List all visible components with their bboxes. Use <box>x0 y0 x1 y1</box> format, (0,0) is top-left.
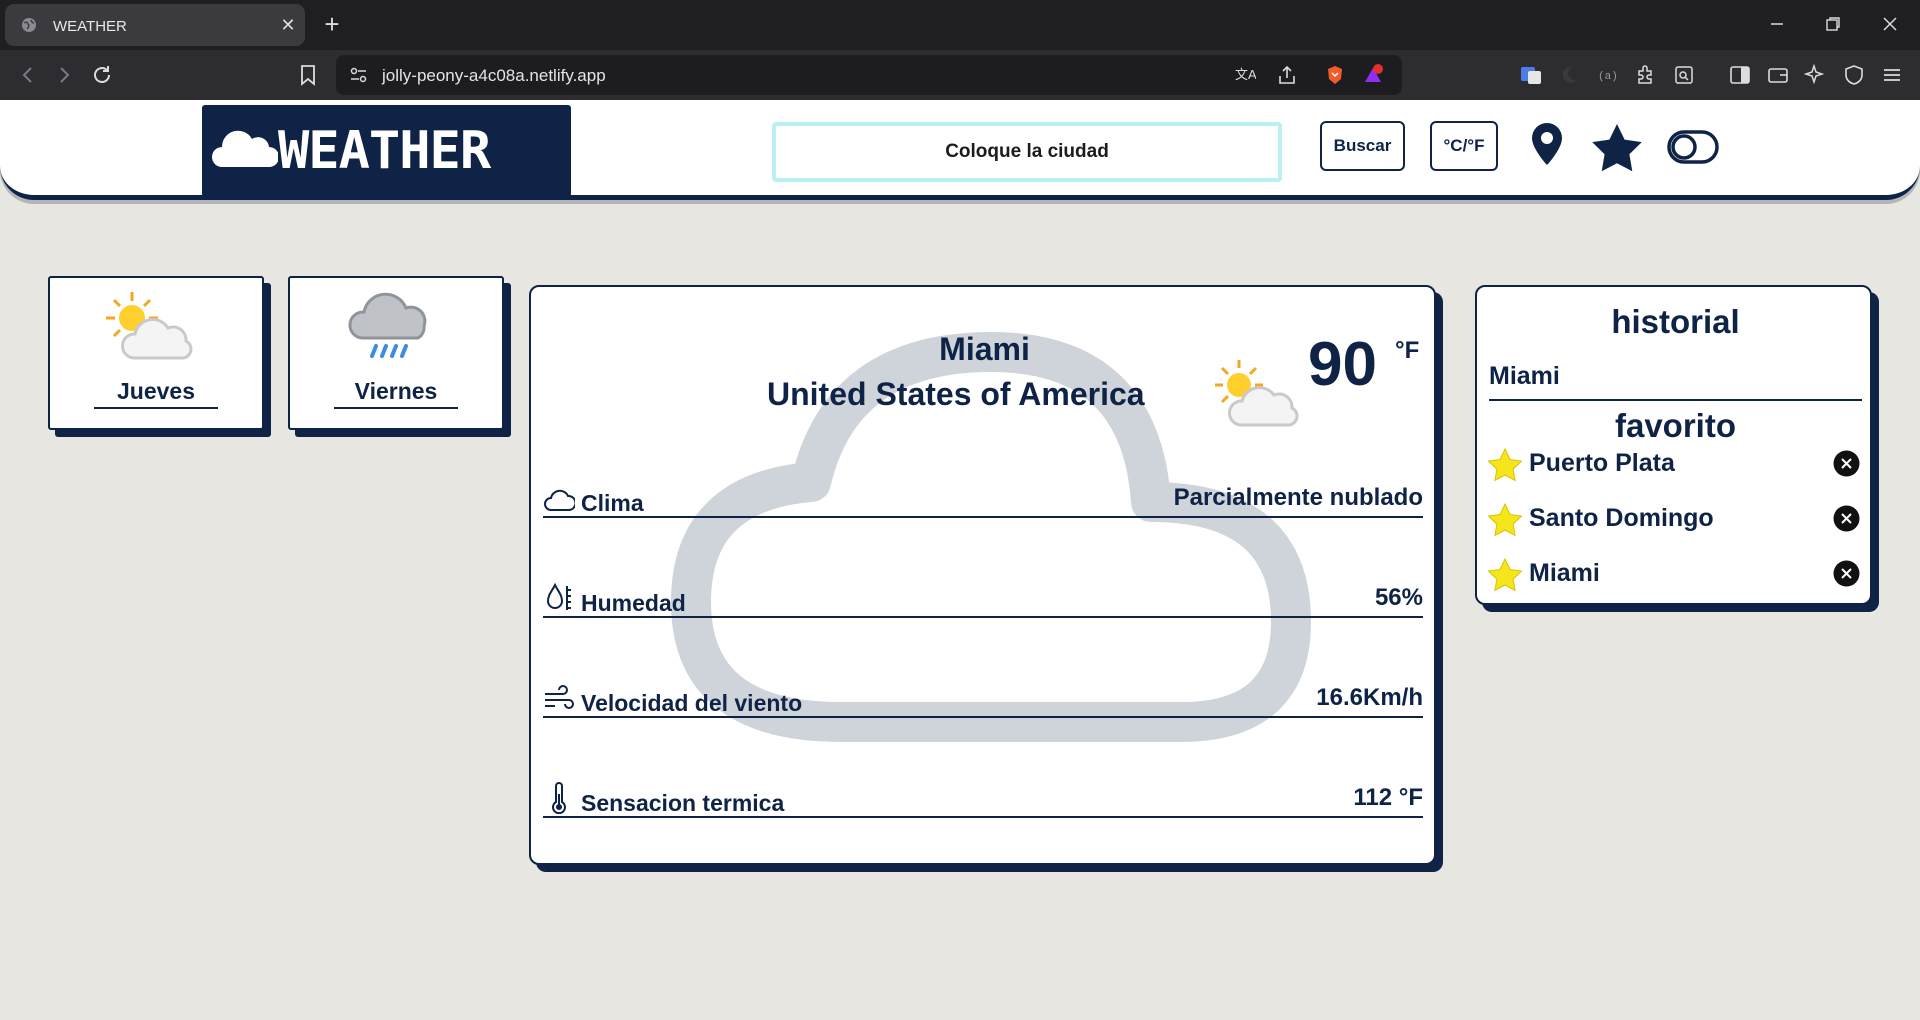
partly-cloudy-icon <box>1215 360 1299 427</box>
location-pin-icon[interactable] <box>1529 121 1565 167</box>
address-bar[interactable]: jolly-peony-a4c08a.netlify.app 文A <box>336 55 1402 95</box>
detail-label: Velocidad del viento <box>581 690 803 716</box>
dark-mode-icon[interactable] <box>1557 63 1581 87</box>
browser-nav-bar: jolly-peony-a4c08a.netlify.app 文A (a) <box>0 50 1920 100</box>
brave-shield-icon[interactable] <box>1324 64 1346 86</box>
wallet-icon[interactable] <box>1766 63 1790 87</box>
temperature-unit: °F <box>1395 337 1420 364</box>
browser-tab-bar: WEATHER ✕ + <box>0 0 1920 50</box>
detail-value: Parcialmente nublado <box>1173 484 1423 511</box>
menu-icon[interactable] <box>1880 63 1904 87</box>
detail-value: 112 °F <box>1353 784 1423 811</box>
favorites-star-icon[interactable] <box>1590 122 1644 174</box>
site-settings-icon[interactable] <box>348 64 370 86</box>
theme-toggle-switch[interactable] <box>1667 130 1719 164</box>
star-icon <box>1487 502 1523 537</box>
cloud-logo-icon <box>212 130 278 167</box>
remove-favorite-icon[interactable] <box>1833 505 1860 532</box>
share-icon[interactable] <box>1276 64 1298 86</box>
temperature-value: 90 <box>1308 330 1377 399</box>
logo-text: WEATHER <box>278 121 491 181</box>
star-icon <box>1487 557 1523 592</box>
detail-value: 56% <box>1374 584 1423 611</box>
leo-ai-icon[interactable] <box>1804 63 1828 87</box>
partly-cloudy-icon <box>106 292 193 360</box>
extensions-icon[interactable] <box>1634 63 1658 87</box>
restore-icon[interactable] <box>1821 12 1845 36</box>
forecast-card[interactable]: Jueves <box>48 276 264 430</box>
detail-row-clima: Clima Parcialmente nublado <box>543 478 1423 518</box>
rain-cloud-icon <box>348 292 427 358</box>
bookmark-icon[interactable] <box>296 63 320 87</box>
tab-title: WEATHER <box>53 18 127 35</box>
translate-icon[interactable]: 文A <box>1234 64 1256 86</box>
wind-icon <box>545 685 574 709</box>
remove-favorite-icon[interactable] <box>1833 450 1860 477</box>
detail-value: 16.6Km/h <box>1316 684 1423 711</box>
cloud-outline-icon <box>544 489 575 511</box>
code-extension-icon[interactable]: (a) <box>1596 63 1620 87</box>
new-tab-icon[interactable]: + <box>320 11 344 37</box>
favorite-item[interactable]: Puerto Plata <box>1487 445 1862 485</box>
country-name: United States of America <box>767 376 1145 412</box>
close-tab-icon[interactable]: ✕ <box>279 16 297 34</box>
search-button[interactable]: Buscar <box>1320 121 1405 171</box>
sidebar-icon[interactable] <box>1728 63 1752 87</box>
site-header: WEATHER Buscar °C/°F <box>0 100 1920 200</box>
svg-text:(a): (a) <box>1598 71 1618 83</box>
reader-mode-icon[interactable] <box>1672 63 1696 87</box>
city-search-input[interactable] <box>772 122 1282 182</box>
detail-label: Sensacion termica <box>581 790 785 816</box>
thermometer-icon <box>552 782 566 814</box>
history-item[interactable]: Miami <box>1489 362 1862 401</box>
forecast-day: Jueves <box>94 378 218 409</box>
minimize-icon[interactable] <box>1765 12 1789 36</box>
forecast-day: Viernes <box>334 378 458 409</box>
globe-icon <box>22 18 36 32</box>
logo[interactable]: WEATHER <box>202 105 571 197</box>
url-text: jolly-peony-a4c08a.netlify.app <box>382 66 606 85</box>
history-title: historial <box>1611 303 1740 340</box>
current-weather-card: Miami United States of America 90 °F Cli… <box>529 285 1436 865</box>
detail-row-sensacion: Sensacion termica 112 °F <box>543 778 1423 818</box>
detail-label: Humedad <box>581 590 686 616</box>
detail-row-viento: Velocidad del viento 16.6Km/h <box>543 678 1423 718</box>
detail-row-humedad: Humedad 56% <box>543 578 1423 618</box>
svg-text:文A: 文A <box>1235 67 1256 82</box>
favorite-name: Miami <box>1529 559 1600 587</box>
favorite-name: Santo Domingo <box>1529 504 1714 532</box>
forecast-card[interactable]: Viernes <box>288 276 504 430</box>
brave-rewards-icon[interactable] <box>1362 64 1384 86</box>
favorite-item[interactable]: Santo Domingo <box>1487 500 1862 540</box>
star-icon <box>1487 447 1523 482</box>
unit-toggle-button[interactable]: °C/°F <box>1430 121 1498 171</box>
reload-icon[interactable] <box>90 63 114 87</box>
history-favorites-panel: historial Miami favorito Puerto Plata Sa… <box>1475 285 1872 605</box>
favorite-name: Puerto Plata <box>1529 449 1675 477</box>
humidity-icon <box>546 582 571 610</box>
vpn-icon[interactable] <box>1842 63 1866 87</box>
remove-favorite-icon[interactable] <box>1833 560 1860 587</box>
close-window-icon[interactable] <box>1878 12 1902 36</box>
favorite-item[interactable]: Miami <box>1487 555 1862 595</box>
favorites-title: favorito <box>1614 407 1736 444</box>
browser-tab[interactable]: WEATHER ✕ <box>5 4 305 46</box>
google-translate-extension-icon[interactable] <box>1519 63 1543 87</box>
forward-icon[interactable] <box>52 63 76 87</box>
back-icon[interactable] <box>16 63 40 87</box>
detail-label: Clima <box>581 490 644 516</box>
